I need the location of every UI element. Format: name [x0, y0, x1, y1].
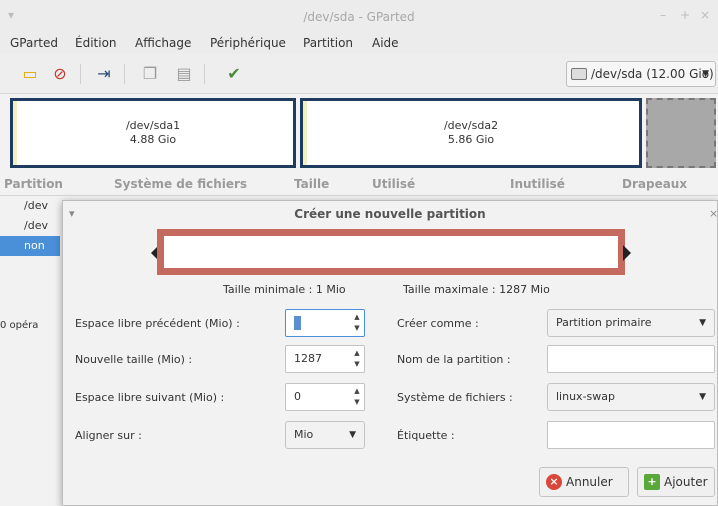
max-size-label: Taille maximale : 1287 Mio — [403, 283, 550, 296]
paste-icon[interactable]: ▤ — [174, 64, 194, 84]
cancel-icon: × — [546, 474, 562, 490]
menu-affichage[interactable]: Affichage — [135, 36, 191, 50]
column-flags[interactable]: Drapeaux — [622, 177, 687, 191]
min-size-label: Taille minimale : 1 Mio — [223, 283, 346, 296]
partition-size-slider[interactable] — [151, 229, 631, 275]
title-bar: ▾ /dev/sda - GParted – + × — [0, 0, 718, 32]
column-partition[interactable]: Partition — [4, 177, 63, 191]
column-size[interactable]: Taille — [294, 177, 329, 191]
table-row[interactable]: /dev — [0, 216, 60, 236]
window-title: /dev/sda - GParted — [303, 10, 415, 24]
minimize-button[interactable]: – — [660, 8, 666, 22]
table-row[interactable]: /dev — [0, 196, 60, 216]
create-as-label: Créer comme : — [397, 317, 479, 330]
menu-partition[interactable]: Partition — [303, 36, 353, 50]
spinner-buttons[interactable]: ▲ ▼ — [352, 348, 362, 370]
dialog-title: Créer une nouvelle partition — [294, 207, 486, 221]
disk-partition-sda1[interactable]: /dev/sda1 4.88 Gio — [10, 98, 296, 168]
filesystem-label: Système de fichiers : — [397, 391, 513, 404]
filesystem-combo[interactable]: linux-swap ▼ — [547, 383, 715, 411]
disk-map: /dev/sda1 4.88 Gio /dev/sda2 5.86 Gio — [10, 98, 716, 168]
cancel-button[interactable]: × Annuler — [539, 467, 629, 497]
close-button[interactable]: × — [700, 8, 710, 22]
toolbar-separator — [80, 64, 81, 84]
device-selector[interactable]: /dev/sda (12.00 Gio) ▼ — [566, 61, 716, 87]
free-after-spinner[interactable]: 0 ▲ ▼ — [285, 383, 365, 411]
partition-table-header: Partition Système de fichiers Taille Uti… — [0, 174, 718, 196]
free-after-value: 0 — [294, 390, 301, 403]
create-as-combo[interactable]: Partition primaire ▼ — [547, 309, 715, 337]
partition-name: /dev/sda2 — [443, 119, 499, 132]
pending-operations-status: 0 opéra — [0, 320, 39, 331]
new-size-value: 1287 — [294, 352, 322, 365]
add-icon: + — [644, 474, 660, 490]
chevron-down-icon: ▼ — [702, 69, 709, 79]
menu-gparted[interactable]: GParted — [10, 36, 58, 50]
free-before-spinner[interactable]: 0 ▲▼ — [285, 309, 365, 337]
partition-name-label: Nom de la partition : — [397, 353, 511, 366]
chevron-down-icon: ▼ — [699, 392, 706, 402]
disk-drive-icon — [571, 68, 587, 80]
free-after-label: Espace libre suivant (Mio) : — [75, 391, 225, 404]
spinner-buttons[interactable]: ▲ ▼ — [352, 386, 362, 408]
partition-size: 4.88 Gio — [129, 133, 177, 146]
disk-partition-sda2[interactable]: /dev/sda2 5.86 Gio — [300, 98, 642, 168]
table-row-selected[interactable]: non — [0, 236, 60, 256]
spinner-buttons[interactable]: ▲ ▼ — [352, 312, 362, 334]
column-used[interactable]: Utilisé — [372, 177, 415, 191]
add-button[interactable]: + Ajouter — [637, 467, 715, 497]
toolbar: ▭ ⊘ ⇥ ❐ ▤ ✔ /dev/sda (12.00 Gio) ▼ — [0, 54, 718, 94]
column-filesystem[interactable]: Système de fichiers — [114, 177, 247, 191]
filesystem-value: linux-swap — [556, 390, 615, 403]
menu-bar: GParted Édition Affichage Périphérique P… — [0, 32, 718, 54]
tag-label: Étiquette : — [397, 429, 455, 442]
chevron-down-icon: ▼ — [699, 318, 706, 328]
chevron-down-icon: ▼ — [349, 430, 356, 440]
toolbar-separator — [124, 64, 125, 84]
add-button-label: Ajouter — [664, 475, 708, 489]
align-combo[interactable]: Mio ▼ — [285, 421, 365, 449]
dialog-close-icon[interactable]: × — [709, 207, 718, 220]
new-size-label: Nouvelle taille (Mio) : — [75, 353, 193, 366]
resize-handle-right[interactable] — [623, 245, 631, 261]
resize-move-icon[interactable]: ⇥ — [94, 64, 114, 84]
partition-name: /dev/sda1 — [125, 119, 181, 132]
maximize-button[interactable]: + — [680, 8, 690, 22]
create-as-value: Partition primaire — [556, 316, 652, 329]
align-label: Aligner sur : — [75, 429, 142, 442]
toolbar-separator — [204, 64, 205, 84]
menu-peripherique[interactable]: Périphérique — [210, 36, 286, 50]
cancel-button-label: Annuler — [566, 475, 613, 489]
new-partition-icon[interactable]: ▭ — [20, 64, 40, 84]
device-selector-label: /dev/sda (12.00 Gio) — [591, 67, 714, 81]
apply-icon[interactable]: ✔ — [224, 64, 244, 84]
unallocated-space[interactable] — [646, 98, 716, 168]
create-partition-dialog: ▾ Créer une nouvelle partition × Taille … — [62, 200, 718, 506]
partition-size-frame[interactable] — [157, 229, 625, 275]
partition-size: 5.86 Gio — [447, 133, 495, 146]
delete-partition-icon[interactable]: ⊘ — [50, 64, 70, 84]
align-value: Mio — [294, 428, 314, 441]
partition-name-input[interactable] — [547, 345, 715, 373]
text-cursor — [294, 316, 301, 330]
free-before-label: Espace libre précédent (Mio) : — [75, 317, 240, 330]
column-unused[interactable]: Inutilisé — [510, 177, 565, 191]
tag-input[interactable] — [547, 421, 715, 449]
menu-edition[interactable]: Édition — [75, 36, 117, 50]
menu-aide[interactable]: Aide — [372, 36, 399, 50]
new-size-spinner[interactable]: 1287 ▲ ▼ — [285, 345, 365, 373]
copy-icon[interactable]: ❐ — [140, 64, 160, 84]
